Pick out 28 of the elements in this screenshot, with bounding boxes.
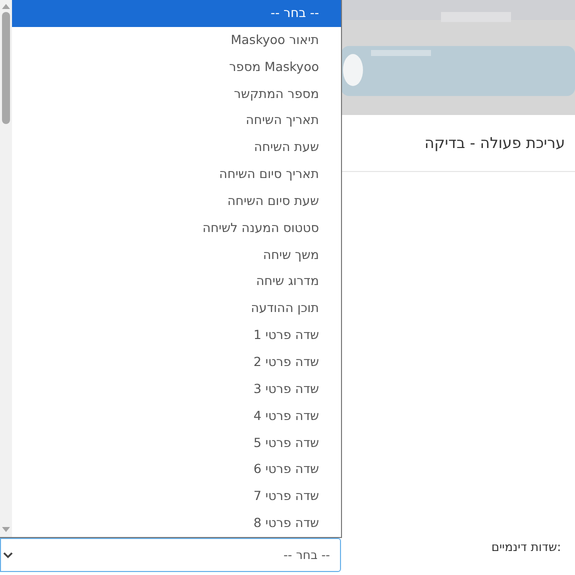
dropdown-option[interactable]: שדה פרטי 3: [12, 376, 341, 403]
dropdown-option[interactable]: משך שיחה: [12, 242, 341, 268]
dropdown-option[interactable]: שדה פרטי 1: [12, 322, 341, 349]
chevron-down-icon: [3, 552, 13, 558]
dropdown-option[interactable]: מספר המתקשר: [12, 80, 341, 108]
dropdown-option[interactable]: שעת השיחה: [12, 134, 341, 162]
dropdown-option[interactable]: שעת סיום השיחה: [12, 188, 341, 215]
dropdown-option[interactable]: תאריך השיחה: [12, 107, 341, 134]
scroll-down-icon[interactable]: [2, 527, 10, 533]
dropdown-option[interactable]: מדרוג שיחה: [12, 268, 341, 296]
dropdown-option[interactable]: שדה פרטי 7: [12, 483, 341, 510]
dropdown-option[interactable]: שדה פרטי 6: [12, 456, 341, 484]
dialog-title: עריכת פעולה - בדיקה: [424, 132, 565, 154]
dropdown-option[interactable]: שדה פרטי 8: [12, 510, 341, 537]
select-field[interactable]: -- בחר --: [0, 538, 341, 572]
dropdown-option[interactable]: שדה פרטי 2: [12, 348, 341, 376]
dropdown-option[interactable]: שדה פרטי 5: [12, 430, 341, 456]
dropdown-option[interactable]: תיאור Maskyoo: [12, 26, 341, 54]
dropdown-option[interactable]: תוכן ההודעה: [12, 295, 341, 322]
scroll-up-icon[interactable]: [2, 3, 10, 9]
scrollbar[interactable]: [0, 0, 12, 537]
dropdown-option[interactable]: סטטוס המענה לשיחה: [12, 214, 341, 242]
dropdown-option[interactable]: -- בחר --: [12, 0, 341, 27]
scrollbar-thumb[interactable]: [2, 12, 10, 124]
dropdown-option[interactable]: שדה פרטי 4: [12, 402, 341, 430]
field-label: שדות דינמיים:: [491, 539, 561, 556]
dropdown-option[interactable]: תאריך סיום השיחה: [12, 161, 341, 188]
dropdown-option[interactable]: Maskyoo מספר: [12, 54, 341, 81]
